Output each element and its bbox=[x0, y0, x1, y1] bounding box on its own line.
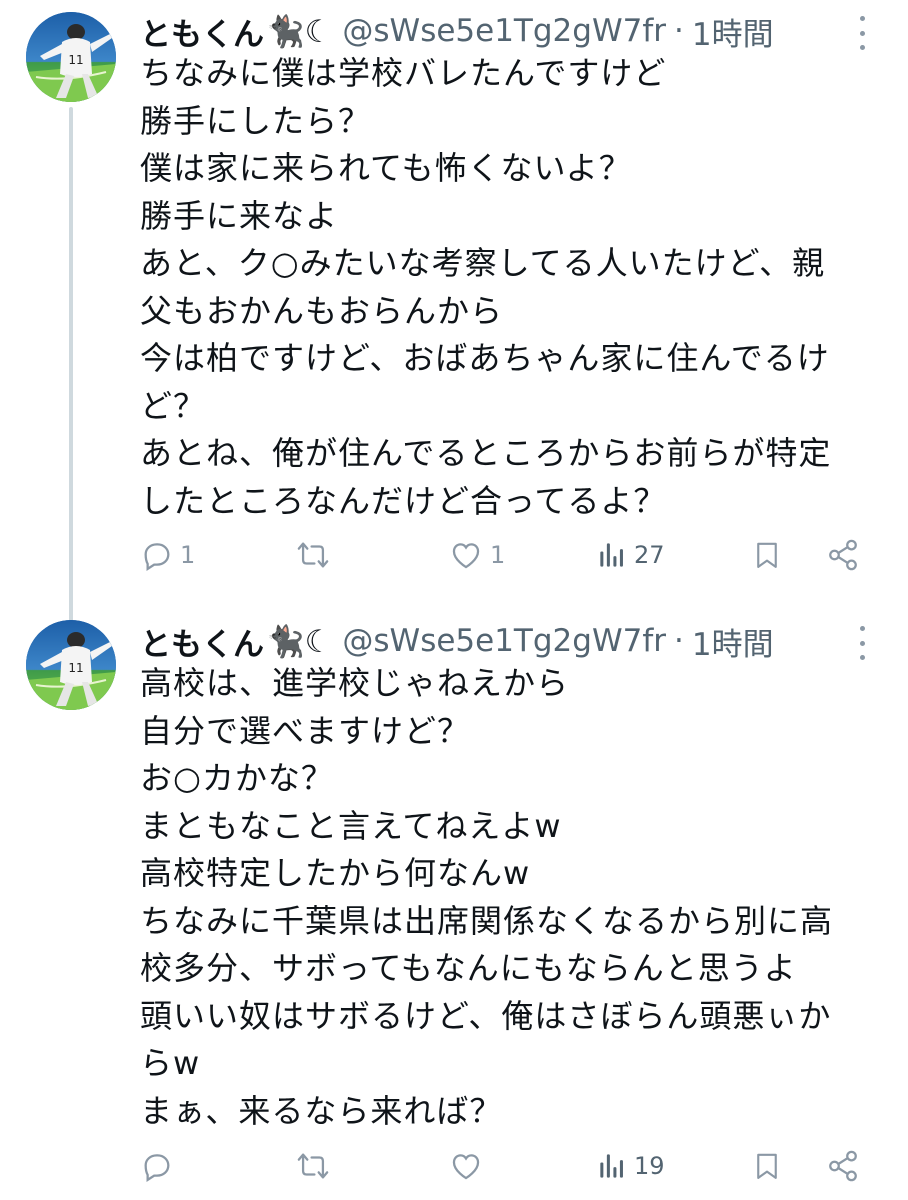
tweet-text-line: 今は柏ですけど、おばあちゃん家に住んでるけ bbox=[140, 339, 830, 377]
views-button[interactable]: 27 bbox=[598, 535, 665, 575]
tweet-text-line: ど？ bbox=[140, 386, 207, 425]
display-name[interactable]: ともくん bbox=[140, 619, 264, 664]
views-count: 19 bbox=[634, 1152, 665, 1180]
thread-connector-line bbox=[69, 107, 73, 625]
tweet-text-line: あと、ク○みたいな考察してる人いたけど、親 bbox=[140, 244, 826, 282]
action-bar: 1 1 27 bbox=[140, 535, 880, 575]
heart-icon bbox=[452, 1154, 480, 1180]
retweet-icon bbox=[297, 542, 329, 568]
tweet-text-line: ちなみに千葉県は出席関係なくなるから別に高 bbox=[140, 901, 834, 940]
share-button[interactable] bbox=[826, 535, 860, 575]
tweet-text-line: まともなこと言えてねえよw bbox=[140, 806, 562, 845]
tweet-text-line: お○カかな？ bbox=[140, 759, 334, 797]
tweet-text-line: らw bbox=[140, 1044, 201, 1082]
heart-icon bbox=[452, 543, 480, 569]
tweet-text-line: 僕は家に来られても怖くないよ？ bbox=[140, 149, 632, 187]
retweet-icon bbox=[297, 1153, 329, 1179]
tweet-text-line: したところなんだけど合ってるよ？ bbox=[140, 481, 667, 520]
tweet-text-line: まぁ、来るなら来れば？ bbox=[140, 1091, 503, 1130]
tweet-text-line: ちなみに僕は学校バレたんですけど bbox=[140, 54, 667, 92]
tweet-text-line: あとね、俺が住んでるところからお前らが特定 bbox=[140, 434, 832, 472]
tweet-text-line: 高校特定したから何なんw bbox=[140, 854, 531, 892]
tweet[interactable]: 11 ともくん 🐈‍⬛☾ @sWse5e1Tg2gW7fr · 1時間 高校は、… bbox=[0, 610, 908, 1200]
like-button[interactable]: 1 bbox=[448, 535, 505, 575]
share-icon bbox=[829, 539, 857, 571]
tweet-text: ちなみに僕は学校バレたんですけど 勝手にしたら？ 僕は家に来られても怖くないよ？… bbox=[140, 50, 880, 525]
timestamp[interactable]: 1時間 bbox=[692, 619, 774, 664]
reply-button[interactable] bbox=[140, 1146, 180, 1186]
bookmark-icon bbox=[757, 542, 777, 568]
name-emoji: 🐈‍⬛☾ bbox=[266, 13, 333, 50]
svg-text:11: 11 bbox=[68, 53, 83, 67]
like-count: 1 bbox=[490, 541, 506, 569]
tweet-text-line: 校多分、サボってもなんにもならんと思うよ bbox=[140, 949, 797, 987]
views-chart-icon bbox=[600, 1154, 623, 1178]
bookmark-icon bbox=[757, 1153, 777, 1179]
user-handle[interactable]: @sWse5e1Tg2gW7fr bbox=[342, 623, 666, 659]
tweet-header: ともくん 🐈‍⬛☾ @sWse5e1Tg2gW7fr · 1時間 bbox=[140, 9, 774, 54]
retweet-button[interactable] bbox=[295, 535, 337, 575]
tweet-text: 高校は、進学校じゃねえから 自分で選べますけど？ お○カかな？ まともなこと言え… bbox=[140, 660, 880, 1135]
reply-button[interactable]: 1 bbox=[140, 535, 195, 575]
tweet-text-line: 高校は、進学校じゃねえから bbox=[140, 664, 570, 702]
more-dots-icon[interactable] bbox=[856, 16, 868, 50]
like-button[interactable] bbox=[448, 1146, 490, 1186]
views-button[interactable]: 19 bbox=[598, 1146, 665, 1186]
share-icon bbox=[829, 1150, 857, 1182]
avatar[interactable]: 11 bbox=[26, 12, 116, 102]
tweet-text-line: 父もおかんもおらんから bbox=[140, 291, 504, 330]
views-chart-icon bbox=[600, 543, 623, 567]
bookmark-button[interactable] bbox=[752, 535, 782, 575]
bookmark-button[interactable] bbox=[752, 1146, 782, 1186]
retweet-button[interactable] bbox=[295, 1146, 337, 1186]
tweet-text-line: 勝手に来なよ bbox=[140, 196, 339, 235]
tweet-text-line: 自分で選べますけど？ bbox=[140, 711, 471, 750]
display-name[interactable]: ともくん bbox=[140, 9, 264, 54]
more-dots-icon[interactable] bbox=[856, 626, 868, 660]
tweet[interactable]: 11 ともくん 🐈‍⬛☾ @sWse5e1Tg2gW7fr · 1時間 ちなみに… bbox=[0, 0, 908, 625]
separator-dot: · bbox=[673, 623, 684, 659]
tweet-text-line: 勝手にしたら？ bbox=[140, 101, 372, 140]
tweet-header: ともくん 🐈‍⬛☾ @sWse5e1Tg2gW7fr · 1時間 bbox=[140, 619, 774, 664]
tweet-text-line: 頭いい奴はサボるけど、俺はさぼらん頭悪ぃか bbox=[140, 996, 832, 1035]
separator-dot: · bbox=[673, 13, 684, 49]
reply-icon bbox=[144, 543, 170, 571]
avatar[interactable]: 11 bbox=[26, 620, 116, 710]
timestamp[interactable]: 1時間 bbox=[692, 9, 774, 54]
name-emoji: 🐈‍⬛☾ bbox=[266, 623, 333, 660]
action-bar: 19 bbox=[140, 1146, 880, 1186]
share-button[interactable] bbox=[826, 1146, 860, 1186]
user-handle[interactable]: @sWse5e1Tg2gW7fr bbox=[342, 13, 666, 49]
reply-icon bbox=[144, 1154, 170, 1182]
views-count: 27 bbox=[634, 541, 665, 569]
svg-text:11: 11 bbox=[68, 661, 83, 675]
reply-count: 1 bbox=[180, 541, 196, 569]
